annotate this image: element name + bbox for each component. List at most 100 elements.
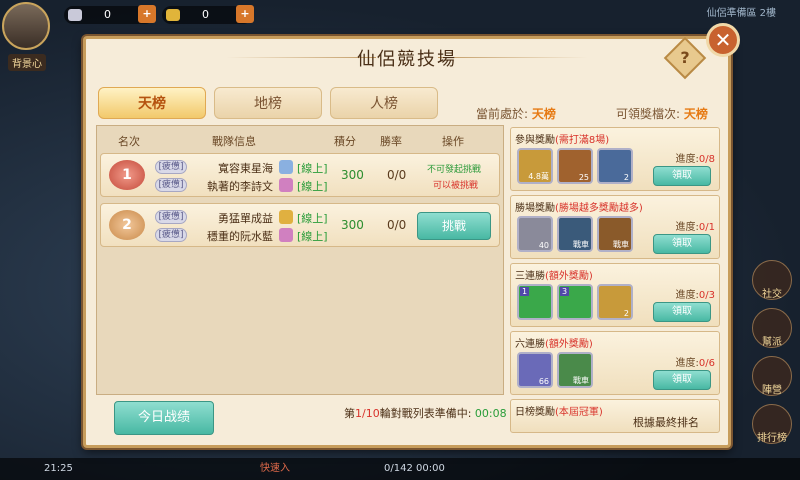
arena-panel: 仙侶競技場 ? ✕ 天榜 地榜 人榜 當前處於: 天榜 可領獎檔次: 天榜 名次… (83, 23, 740, 448)
location-label: 仙侶準備區 2樓 (706, 8, 776, 19)
winrate-value: 0/0 (387, 168, 407, 182)
clock-time: 21:25 (44, 463, 73, 474)
reward-progress: 進度:0/8 (675, 154, 715, 165)
cloth-reward-icon[interactable]: 1 (517, 284, 553, 320)
silver-icon (68, 9, 82, 21)
guild-icon[interactable]: 幫派 (752, 308, 792, 348)
table-row[interactable]: 1 [疲憊] [疲憊] 寬容東星海 執著的李詩文 [線上] [線上] 300 0… (100, 153, 500, 197)
status-tag: [疲憊] (155, 160, 187, 174)
online-status: [線上] (297, 212, 328, 225)
status-round: 1/10 (355, 407, 380, 420)
challengeable-note: 可以被挑戰 (433, 181, 479, 191)
current-rank-info: 當前處於: 天榜 (476, 105, 556, 122)
col-winrate: 勝率 (380, 135, 402, 148)
add-gold-button[interactable]: + (236, 5, 254, 23)
table-row[interactable]: 2 [疲憊] [疲憊] 勇猛單成益 穩重的阮水藍 [線上] [線上] 300 0… (100, 203, 500, 247)
current-rank-label: 當前處於: (476, 107, 529, 121)
winrate-value: 0/0 (387, 218, 407, 232)
coin-reward-icon[interactable]: 4.8萬 (517, 148, 553, 184)
reward-title: 參與獎勵(需打滿8場) (515, 135, 610, 146)
challenge-note: 不可發起挑戰 (427, 165, 482, 175)
claim-button[interactable]: 領取 (653, 302, 711, 322)
reward-daily-rank: 日榜獎勵(本屆冠軍) 根據最終排名 (510, 399, 720, 433)
online-status: [線上] (297, 162, 328, 175)
vehicle-reward-icon[interactable]: 戰車 (557, 352, 593, 388)
round-status: 第1/10輪對戰列表準備中: 00:08 (344, 405, 507, 421)
vehicle-reward-icon[interactable]: 戰車 (557, 216, 593, 252)
reward-title: 勝場獎勵(勝場越多獎勵越多) (515, 203, 643, 214)
col-rank: 名次 (118, 135, 140, 148)
reward-progress: 進度:0/1 (675, 222, 715, 233)
tab-human[interactable]: 人榜 (330, 87, 438, 119)
claimable-rank-info: 可領獎檔次: 天榜 (616, 105, 708, 122)
class-icon (279, 160, 293, 174)
chat-input[interactable]: 快速入 (260, 458, 290, 480)
mystery-reward-icon[interactable]: 2 (597, 284, 633, 320)
player-name: 執著的李詩文 (207, 180, 273, 193)
status-tag: [疲憊] (155, 210, 187, 224)
tab-heaven[interactable]: 天榜 (98, 87, 206, 119)
treasure-reward-icon[interactable]: 66 (517, 352, 553, 388)
status-text: 輪對戰列表準備中: (379, 407, 472, 420)
rewards-list: 參與獎勵(需打滿8場) 4.8萬 25 2 進度:0/8 領取 勝場獎勵(勝場越… (510, 127, 720, 433)
reward-progress: 進度:0/3 (675, 290, 715, 301)
claimable-rank-label: 可領獎檔次: (616, 107, 681, 121)
status-countdown: 00:08 (474, 407, 507, 420)
reward-six-streak: 六連勝(額外獎勵) 66 戰車 進度:0/6 領取 (510, 331, 720, 395)
player-name: 勇猛單成益 (218, 212, 273, 225)
panel-title: 仙侶競技場 (357, 49, 457, 70)
reward-wins: 勝場獎勵(勝場越多獎勵越多) 40 戰車 戰車 進度:0/1 領取 (510, 195, 720, 259)
rank-badge: 2 (109, 210, 145, 240)
status-tag: [疲憊] (155, 228, 187, 242)
silver-resource: 0 + (64, 5, 156, 24)
reward-participation: 參與獎勵(需打滿8場) 4.8萬 25 2 進度:0/8 領取 (510, 127, 720, 191)
class-icon (279, 210, 293, 224)
gold-value: 0 (202, 8, 209, 21)
player-label: 背景心 (8, 54, 46, 71)
tab-earth[interactable]: 地榜 (214, 87, 322, 119)
player-avatar[interactable] (2, 2, 50, 50)
medal-reward-icon[interactable]: 25 (557, 148, 593, 184)
player-name: 穩重的阮水藍 (207, 230, 273, 243)
help-button[interactable]: ? (663, 36, 707, 80)
reward-title: 日榜獎勵(本屆冠軍) (515, 407, 603, 418)
chest-reward-icon[interactable]: 40 (517, 216, 553, 252)
score-value: 300 (341, 218, 364, 232)
scroll-reward-icon[interactable]: 2 (597, 148, 633, 184)
online-status: [線上] (297, 180, 328, 193)
claimable-rank-value: 天榜 (683, 107, 708, 121)
cloth-reward-icon[interactable]: 3 (557, 284, 593, 320)
reward-title: 六連勝(額外獎勵) (515, 339, 593, 350)
col-score: 積分 (334, 135, 356, 148)
faction-icon[interactable]: 陣營 (752, 356, 792, 396)
add-silver-button[interactable]: + (138, 5, 156, 23)
gold-resource: 0 + (162, 5, 254, 24)
claim-button[interactable]: 領取 (653, 234, 711, 254)
gold-icon (166, 9, 180, 21)
help-icon: ? (680, 48, 690, 67)
col-team: 戰隊信息 (212, 135, 256, 148)
reward-title: 三連勝(額外獎勵) (515, 271, 593, 282)
claim-button[interactable]: 領取 (653, 370, 711, 390)
rank-number: 1 (122, 167, 132, 183)
reward-three-streak: 三連勝(額外獎勵) 1 3 2 進度:0/3 領取 (510, 263, 720, 327)
status-prefix: 第 (344, 407, 355, 420)
vehicle-reward-icon[interactable]: 戰車 (597, 216, 633, 252)
player-name: 寬容東星海 (218, 162, 273, 175)
col-action: 操作 (442, 135, 464, 148)
rank-badge: 1 (109, 160, 145, 190)
social-icon[interactable]: 社交 (752, 260, 792, 300)
close-button[interactable]: ✕ (706, 23, 740, 57)
score-value: 300 (341, 168, 364, 182)
challenge-button[interactable]: 挑戰 (417, 212, 491, 240)
class-icon (279, 228, 293, 242)
claim-button[interactable]: 領取 (653, 166, 711, 186)
current-rank-value: 天榜 (531, 107, 556, 121)
rank-number: 2 (122, 217, 132, 233)
final-rank-note: 根據最終排名 (633, 416, 699, 429)
ranking-icon[interactable]: 排行榜 (752, 404, 792, 444)
reward-progress: 進度:0/6 (675, 358, 715, 369)
today-record-button[interactable]: 今日战绩 (114, 401, 214, 435)
class-icon (279, 178, 293, 192)
side-menu: 社交 幫派 陣營 排行榜 (752, 260, 796, 452)
